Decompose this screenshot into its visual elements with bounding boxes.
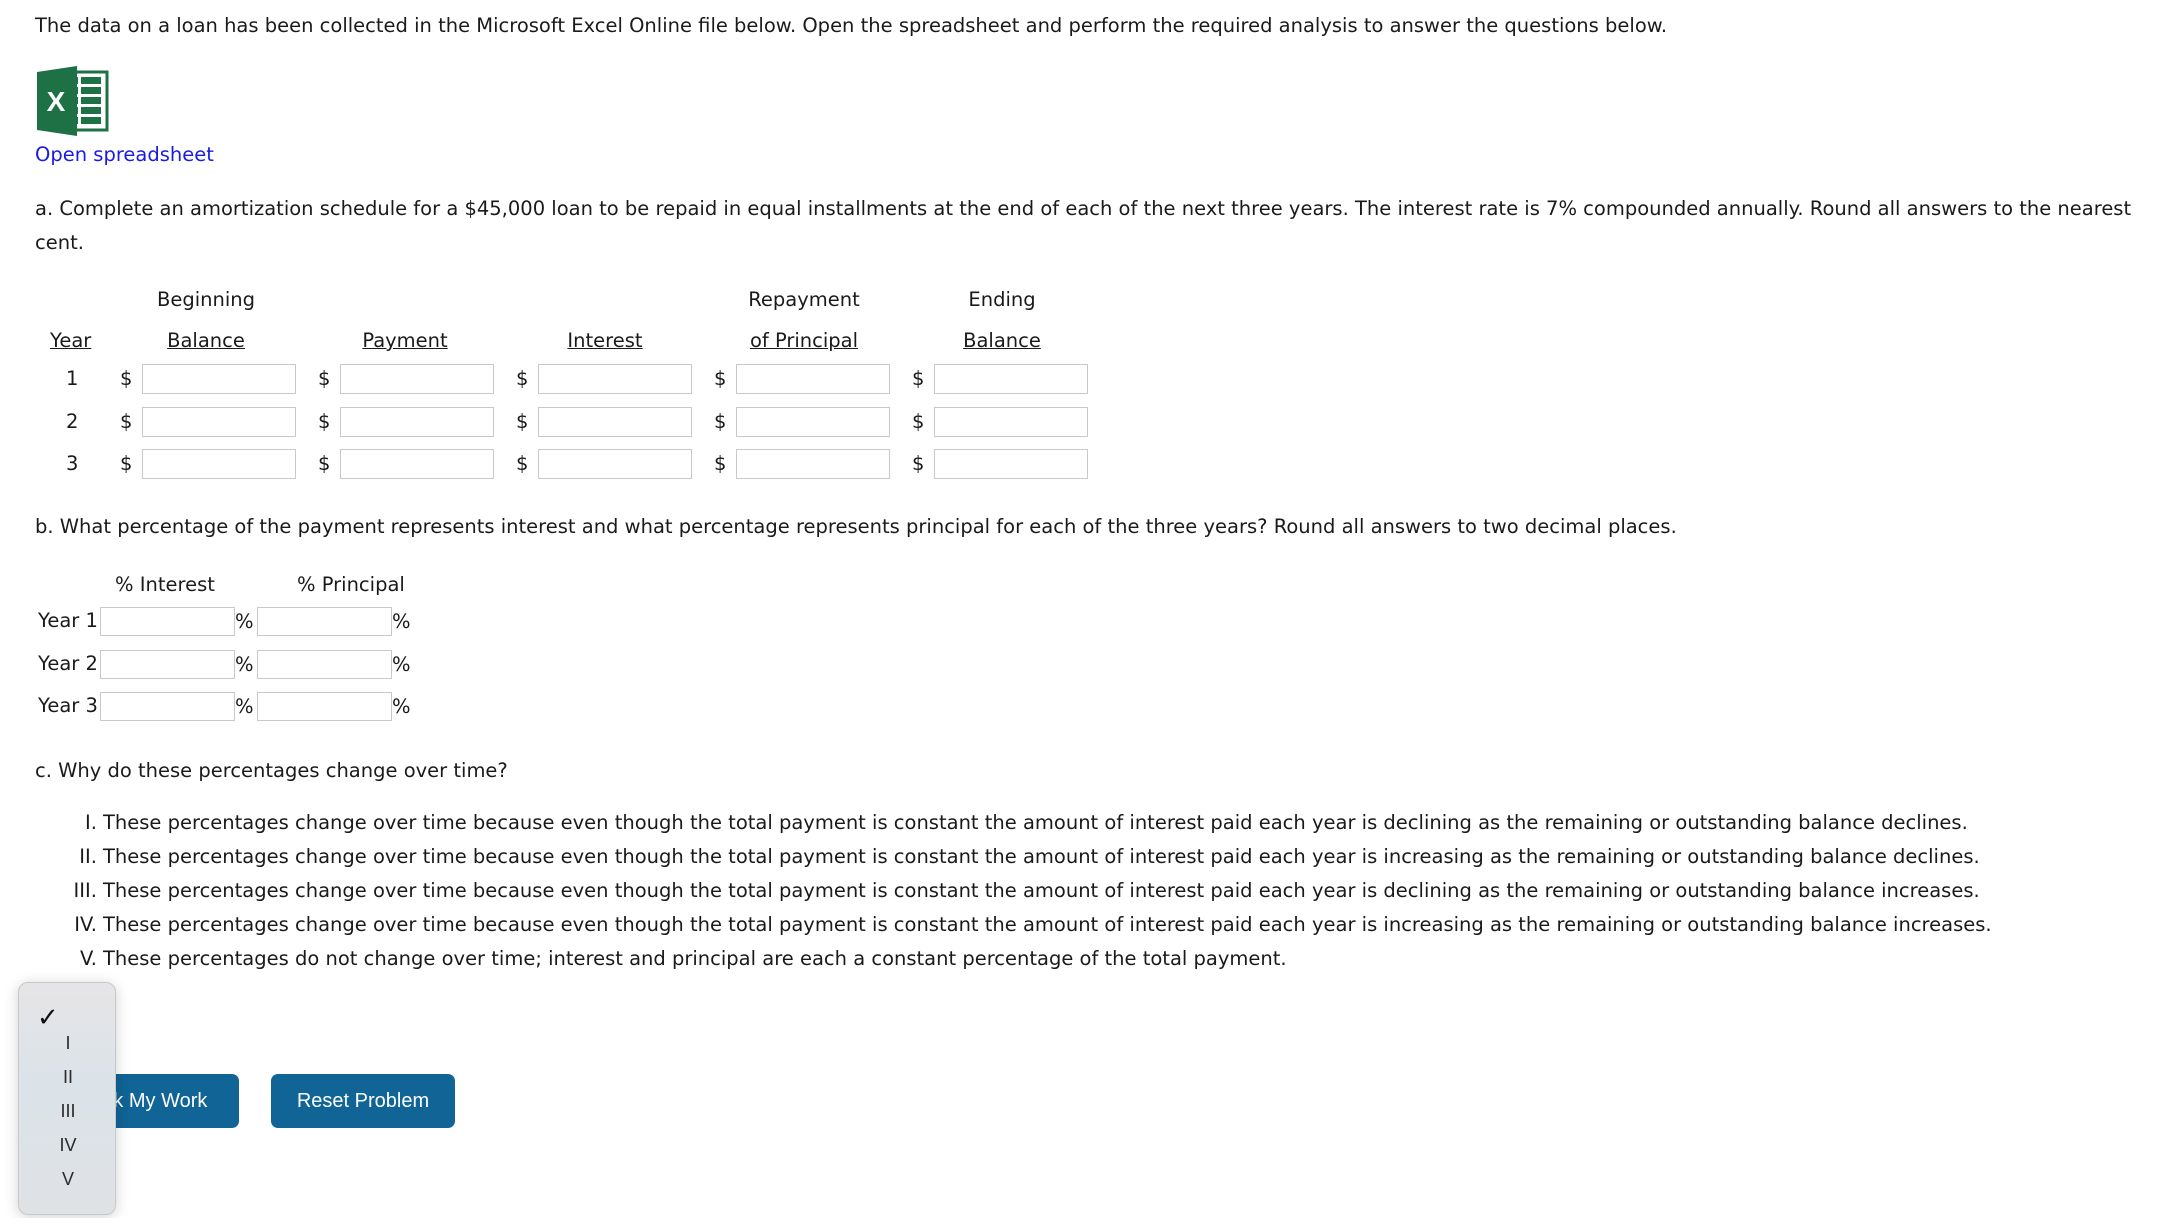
ending-balance-input-year-3[interactable] (934, 449, 1088, 479)
option-numeral: V. (79, 947, 97, 970)
option-text: These percentages do not change over tim… (103, 947, 1287, 970)
percent-sign: % (392, 610, 411, 633)
percent-sign: % (235, 695, 254, 718)
pct-interest-input-year-1[interactable] (100, 607, 235, 636)
dropdown-option[interactable]: III (19, 1101, 117, 1122)
percent-sign: % (392, 695, 411, 718)
header-ending: Ending (968, 288, 1036, 311)
header-ending-balance: Balance (963, 329, 1041, 352)
beginning-balance-input-year-1[interactable] (142, 364, 296, 394)
year-label: Year 2: (38, 652, 105, 675)
payment-input-year-1[interactable] (340, 364, 494, 394)
dropdown-option[interactable]: V (19, 1169, 117, 1190)
dollar-sign: $ (714, 367, 727, 390)
answer-dropdown-menu[interactable]: ✓ I II III IV V (18, 982, 116, 1215)
header-repayment: Repayment (748, 288, 860, 311)
dollar-sign: $ (516, 367, 529, 390)
header-year: Year (50, 329, 92, 352)
year-cell: 1 (66, 367, 79, 390)
dollar-sign: $ (912, 367, 925, 390)
header-balance: Balance (167, 329, 245, 352)
year-label: Year 1: (38, 609, 105, 632)
dollar-sign: $ (120, 452, 133, 475)
pct-principal-input-year-3[interactable] (257, 692, 392, 721)
header-of-principal: of Principal (749, 329, 859, 352)
intro-text: The data on a loan has been collected in… (35, 14, 1668, 37)
open-spreadsheet-link[interactable]: Open spreadsheet (35, 143, 214, 166)
header-payment: Payment (362, 329, 448, 352)
ending-balance-input-year-1[interactable] (934, 364, 1088, 394)
dollar-sign: $ (912, 410, 925, 433)
option-text: These percentages change over time becau… (103, 811, 1968, 834)
reset-problem-button[interactable]: Reset Problem (271, 1074, 455, 1128)
part-a-question-cont: cent. (35, 231, 84, 254)
dollar-sign: $ (516, 452, 529, 475)
dollar-sign: $ (912, 452, 925, 475)
option-text: These percentages change over time becau… (103, 913, 1992, 936)
part-c-question: c. Why do these percentages change over … (35, 759, 508, 782)
dollar-sign: $ (714, 452, 727, 475)
dollar-sign: $ (120, 367, 133, 390)
year-cell: 2 (66, 410, 79, 433)
dropdown-option[interactable]: IV (19, 1135, 117, 1156)
excel-letter: X (47, 86, 66, 117)
percent-sign: % (392, 653, 411, 676)
percent-sign: % (235, 653, 254, 676)
payment-input-year-2[interactable] (340, 407, 494, 437)
payment-input-year-3[interactable] (340, 449, 494, 479)
header-interest: Interest (567, 329, 643, 352)
interest-input-year-1[interactable] (538, 364, 692, 394)
year-cell: 3 (66, 452, 79, 475)
option-numeral: II. (79, 845, 97, 868)
option-text: These percentages change over time becau… (103, 845, 1980, 868)
part-b-question: b. What percentage of the payment repres… (35, 515, 1677, 538)
option-text: These percentages change over time becau… (103, 879, 1980, 902)
repayment-of-principal-input-year-3[interactable] (736, 449, 890, 479)
dollar-sign: $ (318, 410, 331, 433)
dollar-sign: $ (714, 410, 727, 433)
option-numeral: III. (73, 879, 97, 902)
header-pct-principal: % Principal (297, 573, 405, 596)
dropdown-option[interactable]: II (19, 1067, 117, 1088)
interest-input-year-2[interactable] (538, 407, 692, 437)
percent-sign: % (235, 610, 254, 633)
beginning-balance-input-year-3[interactable] (142, 449, 296, 479)
pct-interest-input-year-3[interactable] (100, 692, 235, 721)
dollar-sign: $ (318, 452, 331, 475)
part-a-question: a. Complete an amortization schedule for… (35, 197, 2132, 220)
year-label: Year 3: (38, 694, 105, 717)
ending-balance-input-year-2[interactable] (934, 407, 1088, 437)
header-pct-interest: % Interest (115, 573, 215, 596)
dollar-sign: $ (516, 410, 529, 433)
pct-interest-input-year-2[interactable] (100, 650, 235, 679)
pct-principal-input-year-1[interactable] (257, 607, 392, 636)
dollar-sign: $ (120, 410, 133, 433)
repayment-of-principal-input-year-2[interactable] (736, 407, 890, 437)
dropdown-option[interactable]: I (19, 1033, 117, 1054)
beginning-balance-input-year-2[interactable] (142, 407, 296, 437)
option-numeral: IV. (74, 913, 97, 936)
option-numeral: I. (85, 811, 97, 834)
header-beginning: Beginning (156, 288, 256, 311)
checkmark-icon: ✓ (37, 1003, 59, 1033)
repayment-of-principal-input-year-1[interactable] (736, 364, 890, 394)
excel-icon[interactable]: X (37, 66, 111, 136)
pct-principal-input-year-2[interactable] (257, 650, 392, 679)
dollar-sign: $ (318, 367, 331, 390)
interest-input-year-3[interactable] (538, 449, 692, 479)
